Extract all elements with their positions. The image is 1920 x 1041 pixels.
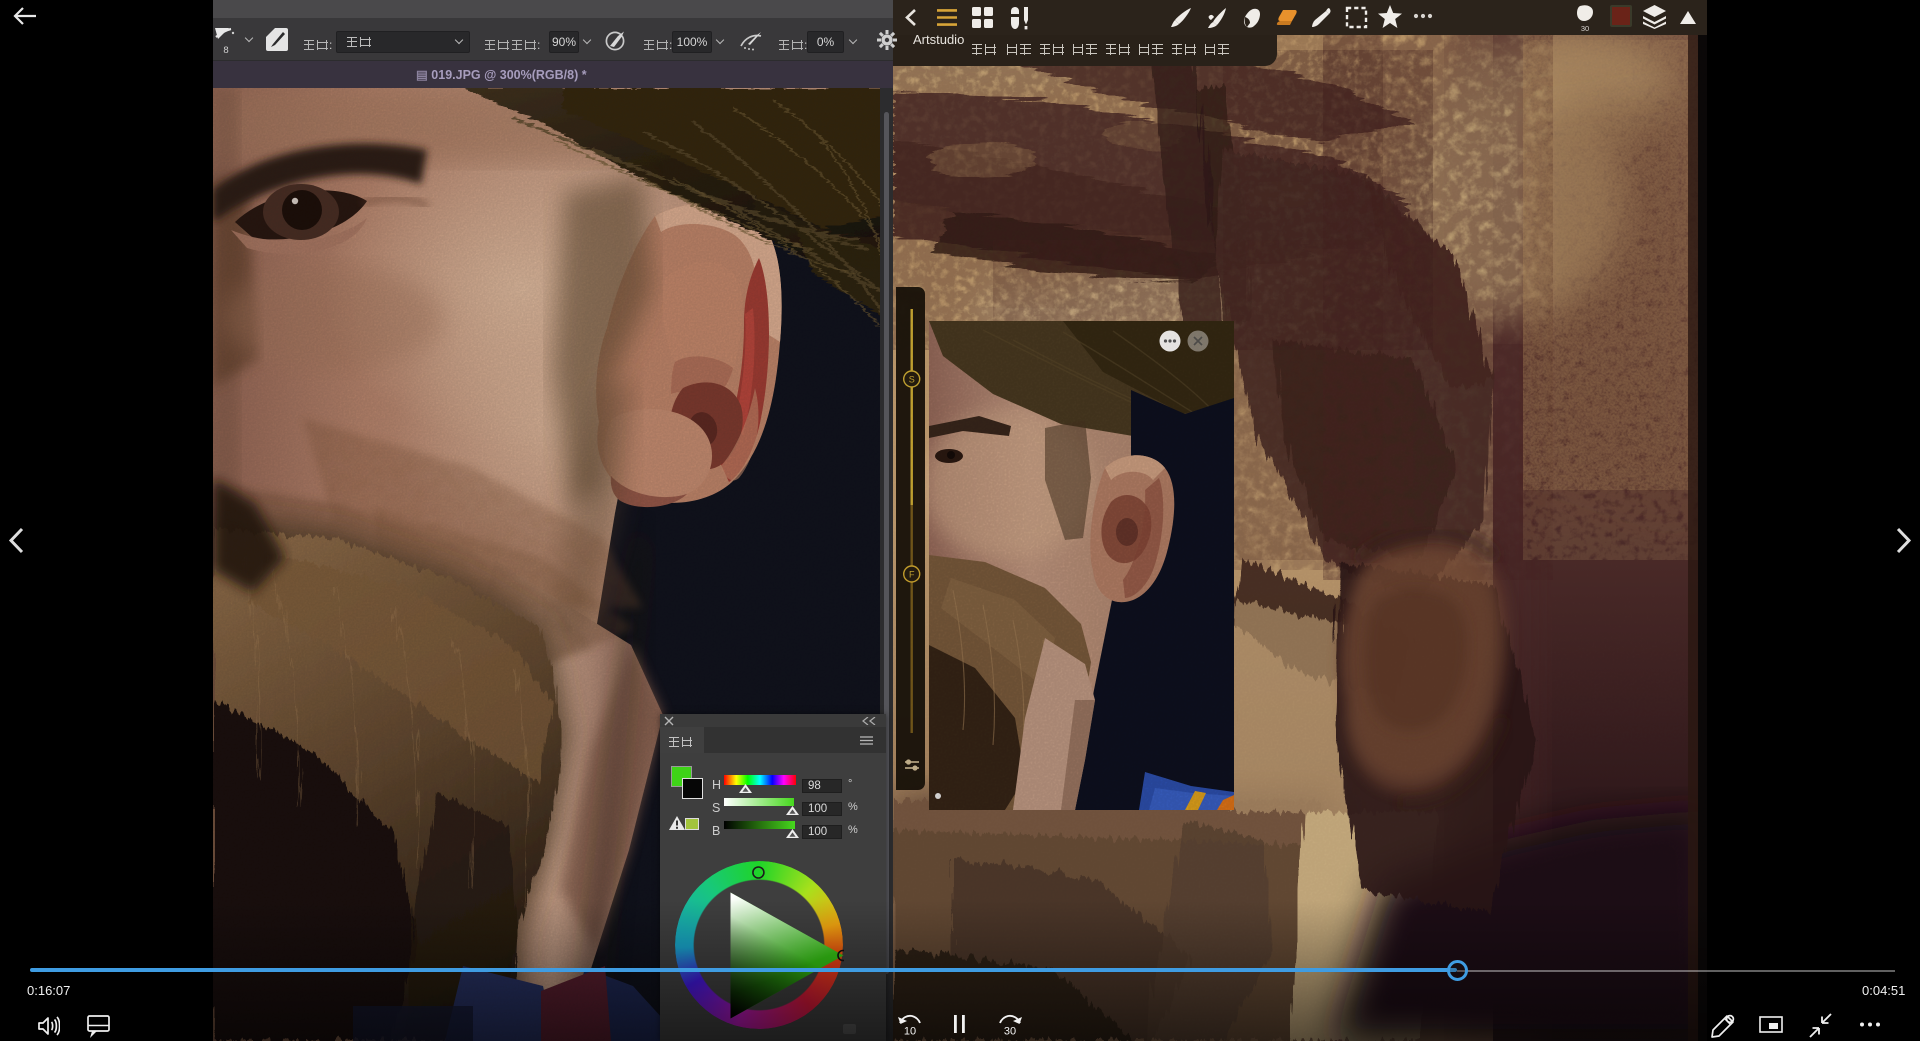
- svg-text:10: 10: [904, 1026, 916, 1038]
- svg-text:8: 8: [223, 45, 228, 55]
- svg-text:30: 30: [1581, 24, 1589, 32]
- svg-text:30: 30: [1004, 1026, 1016, 1038]
